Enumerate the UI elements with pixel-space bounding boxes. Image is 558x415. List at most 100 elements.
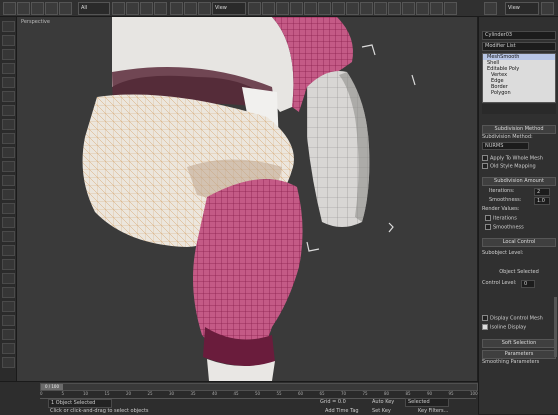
reference-coord-dropdown[interactable]: View (212, 2, 246, 15)
render-iterations-checkbox[interactable]: Iterations (485, 215, 556, 222)
relax-icon[interactable] (2, 217, 15, 228)
timeline-tick: 100 (470, 391, 478, 396)
shrink-icon[interactable] (2, 329, 15, 340)
render-production-icon[interactable] (541, 2, 554, 15)
mirror-icon[interactable] (332, 2, 345, 15)
timeline-tick: 25 (147, 391, 153, 396)
stack-item-polygon[interactable]: Polygon (483, 90, 555, 96)
isoline-display-checkbox[interactable]: Isoline Display (482, 324, 556, 331)
snap-icon[interactable] (262, 2, 275, 15)
rendered-frame-icon[interactable] (430, 2, 443, 15)
inset-icon[interactable] (2, 147, 15, 158)
schematic-view-icon[interactable] (388, 2, 401, 15)
percent-snap-icon[interactable] (290, 2, 303, 15)
quickslice-icon[interactable] (2, 77, 15, 88)
iterations-spinner[interactable]: 2 (534, 188, 550, 196)
named-selection-dropdown[interactable]: View (505, 2, 539, 15)
modifier-stack[interactable]: MeshSmooth Shell Editable Poly Vertex Ed… (482, 53, 556, 103)
region-select-icon[interactable] (140, 2, 153, 15)
loop-icon[interactable] (2, 301, 15, 312)
flip-icon[interactable] (2, 245, 15, 256)
control-level-spinner[interactable]: 0 (521, 280, 535, 288)
cut-icon[interactable] (2, 63, 15, 74)
make-planar-icon[interactable] (2, 231, 15, 242)
timeline-tick: 30 (169, 391, 175, 396)
key-filters-button[interactable]: Key Filters... (418, 408, 448, 414)
connect-icon[interactable] (2, 105, 15, 116)
bevel-icon[interactable] (2, 133, 15, 144)
curve-editor-icon[interactable] (374, 2, 387, 15)
rotate-icon[interactable] (184, 2, 197, 15)
window-crossing-icon[interactable] (154, 2, 167, 15)
prompt-line: Click or click-and-drag to select object… (50, 408, 149, 414)
scale-icon[interactable] (198, 2, 211, 15)
paint-icon[interactable] (2, 49, 15, 60)
weld-icon[interactable] (2, 175, 15, 186)
time-slider-handle[interactable]: 0 / 100 (41, 384, 63, 390)
unlink-icon[interactable] (45, 2, 58, 15)
auto-key-button[interactable]: Auto Key (372, 399, 394, 405)
extrude-icon[interactable] (2, 119, 15, 130)
grow-icon[interactable] (2, 315, 15, 326)
smoothness-spinner[interactable]: 1.0 (534, 197, 550, 205)
subobject-level-label: Subobject Level: (482, 250, 524, 256)
material-editor-icon[interactable] (402, 2, 415, 15)
spinner-snap-icon[interactable] (304, 2, 317, 15)
timeline-tick: 85 (405, 391, 411, 396)
select-object-icon[interactable] (112, 2, 125, 15)
command-panel: Cylinder03 Modifier List MeshSmooth Shel… (478, 17, 558, 414)
timeline-tick: 95 (448, 391, 454, 396)
redo-icon[interactable] (17, 2, 30, 15)
select-tool-icon[interactable] (2, 21, 15, 32)
apply-whole-mesh-checkbox[interactable]: Apply To Whole Mesh (482, 155, 556, 162)
render-setup-icon[interactable] (416, 2, 429, 15)
remove-icon[interactable] (2, 273, 15, 284)
object-name-field[interactable]: Cylinder03 (482, 31, 556, 40)
bridge-icon[interactable] (2, 203, 15, 214)
chamfer-icon[interactable] (2, 161, 15, 172)
display-control-mesh-checkbox[interactable]: Display Control Mesh (482, 315, 556, 322)
key-mode-dropdown[interactable]: Selected (405, 398, 449, 407)
ring-icon[interactable] (2, 287, 15, 298)
align-icon[interactable] (346, 2, 359, 15)
unhide-icon[interactable] (2, 357, 15, 368)
layer-manager-icon[interactable] (360, 2, 373, 15)
rollout-subdivision-method[interactable]: Subdivision Method (482, 125, 556, 134)
cap-icon[interactable] (2, 259, 15, 270)
move-icon[interactable] (170, 2, 183, 15)
timeline-tick: 55 (276, 391, 282, 396)
timeline-tick: 40 (212, 391, 218, 396)
undo-icon[interactable] (3, 2, 16, 15)
link-icon[interactable] (31, 2, 44, 15)
bind-spacewarp-icon[interactable] (59, 2, 72, 15)
select-by-name-icon[interactable] (126, 2, 139, 15)
subdivision-method-dropdown[interactable]: NURMS (482, 142, 529, 150)
rollout-subdivision-amount[interactable]: Subdivision Amount (482, 177, 556, 186)
target-weld-icon[interactable] (2, 189, 15, 200)
main-toolbar: All View View (0, 0, 558, 17)
render-smoothness-checkbox[interactable]: Smoothness (485, 224, 556, 231)
set-key-button[interactable]: Set Key (372, 408, 391, 414)
rollout-local-control[interactable]: Local Control (482, 238, 556, 247)
perspective-viewport[interactable]: Perspective (17, 17, 477, 381)
time-slider[interactable]: 0 / 100 (40, 383, 478, 391)
viewport-label[interactable]: Perspective (21, 19, 50, 25)
modifier-list-dropdown[interactable]: Modifier List (482, 42, 556, 51)
selection-filter-dropdown[interactable]: All (78, 2, 110, 15)
rollout-soft-selection[interactable]: Soft Selection (482, 339, 556, 348)
panel-scrollbar[interactable] (554, 297, 557, 357)
pivot-icon[interactable] (248, 2, 261, 15)
angle-snap-icon[interactable] (276, 2, 289, 15)
old-style-mapping-checkbox[interactable]: Old Style Mapping (482, 163, 556, 170)
hierarchy-icon[interactable] (2, 35, 15, 46)
timeline-tick: 80 (384, 391, 390, 396)
rollout-parameters[interactable]: Parameters (482, 350, 556, 359)
selection-count: 1 Object Selected (48, 399, 112, 408)
hide-icon[interactable] (2, 343, 15, 354)
edit-named-selection-icon[interactable] (318, 2, 331, 15)
create-panel-icon[interactable] (484, 2, 497, 15)
stack-tools (482, 104, 556, 114)
add-time-tag-button[interactable]: Add Time Tag (325, 408, 359, 414)
render-icon[interactable] (444, 2, 457, 15)
swift-loop-icon[interactable] (2, 91, 15, 102)
